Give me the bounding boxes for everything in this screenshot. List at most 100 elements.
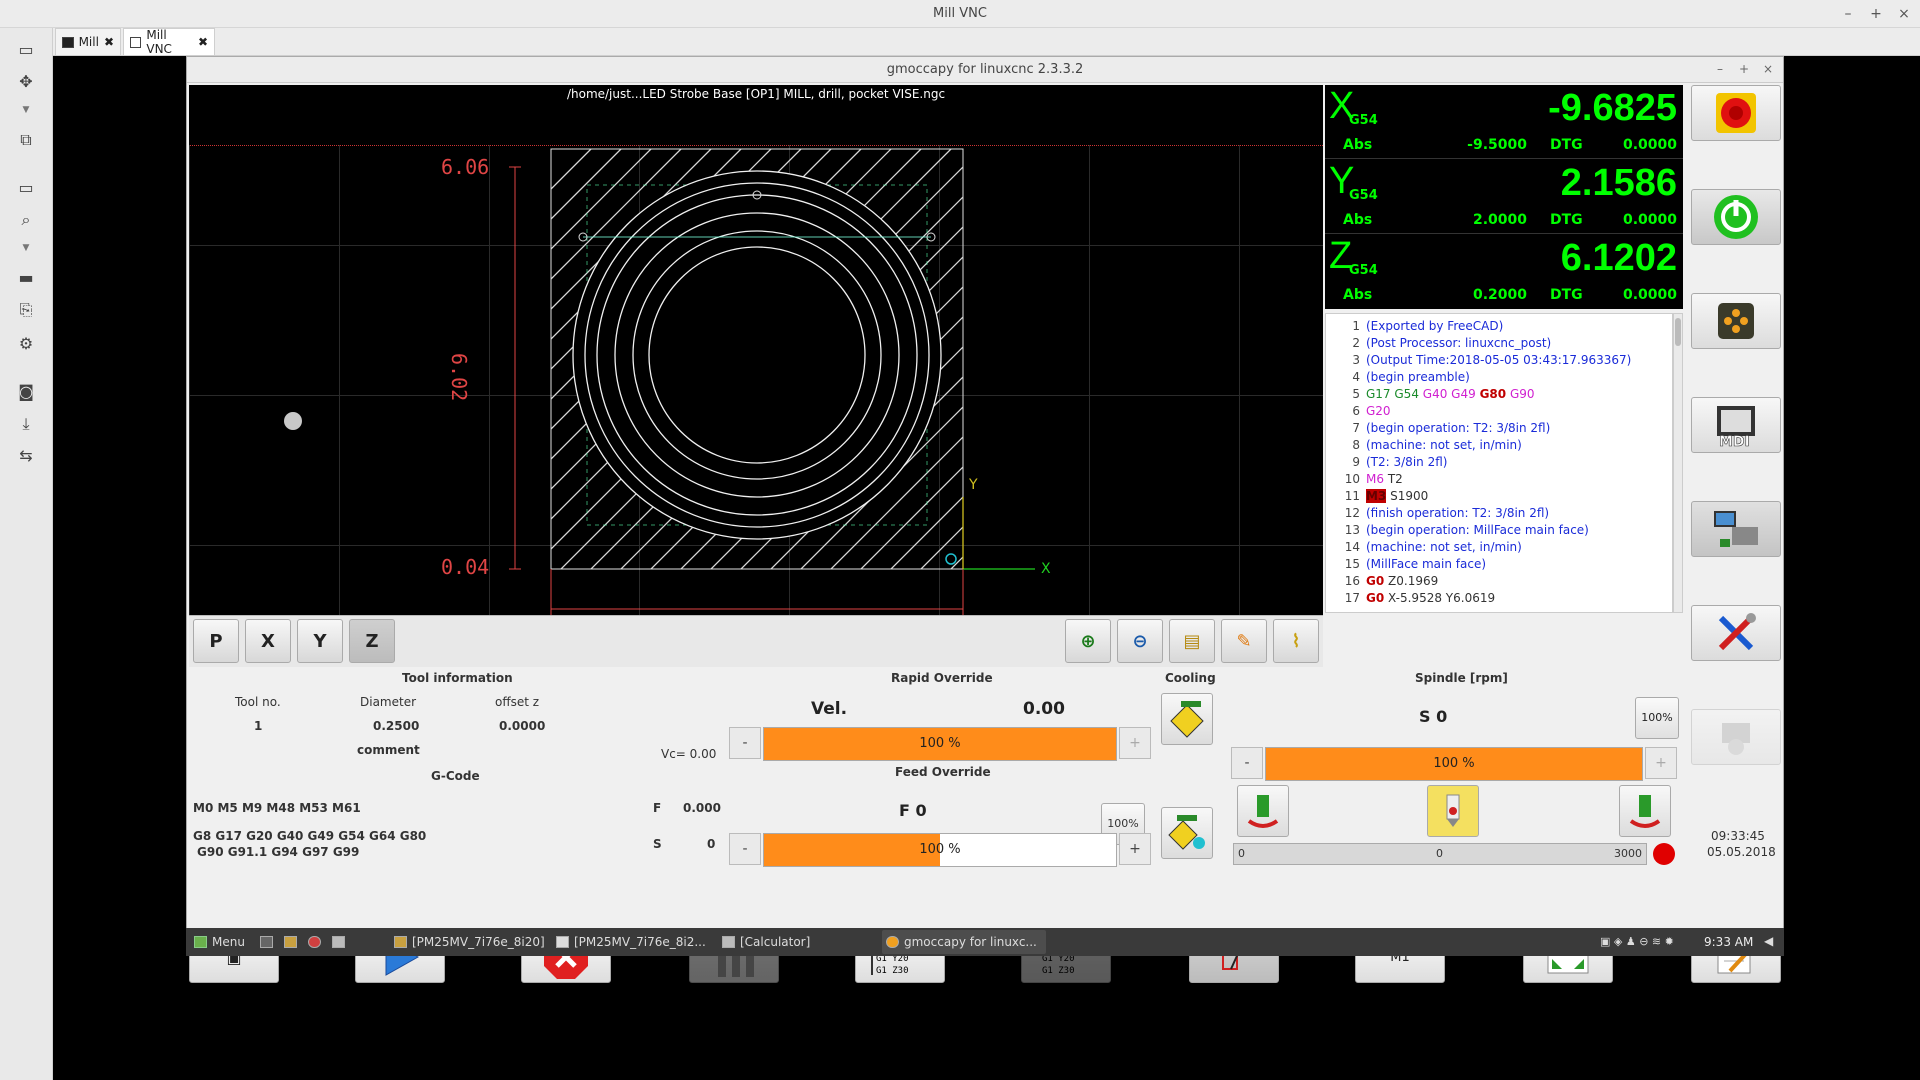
camera-icon[interactable]: ◙ bbox=[13, 380, 39, 404]
quicklaunch-terminal[interactable] bbox=[256, 930, 277, 954]
toolpath-preview[interactable]: /home/just...LED Strobe Base [OP1] MILL,… bbox=[189, 85, 1323, 615]
user-icon bbox=[1722, 723, 1750, 755]
view-y-button[interactable]: Y bbox=[297, 619, 343, 663]
screen-icon[interactable]: ▭ bbox=[13, 176, 39, 200]
machine-power-button[interactable] bbox=[1691, 189, 1781, 245]
close-icon[interactable]: × bbox=[1759, 60, 1777, 78]
close-icon[interactable]: ✖ bbox=[198, 35, 208, 49]
mist-coolant-button[interactable] bbox=[1161, 807, 1213, 859]
terminal-icon bbox=[62, 36, 74, 48]
menu-button[interactable]: Menu bbox=[190, 930, 249, 954]
quicklaunch-calculator[interactable] bbox=[328, 930, 349, 954]
gcode-view[interactable]: 1 (Exported by FreeCAD) 2 (Post Processor:… bbox=[1325, 313, 1673, 613]
view-z-button[interactable]: Z bbox=[349, 619, 395, 663]
estop-button[interactable] bbox=[1691, 85, 1781, 141]
taskbar-item-calculator[interactable]: [Calculator] bbox=[718, 930, 814, 954]
rapid-plus-button[interactable]: + bbox=[1119, 727, 1151, 759]
dro-axis-y[interactable]: Y G54 2.1586 Abs 2.0000 DTG 0.0000 bbox=[1325, 160, 1683, 234]
settings-button[interactable] bbox=[1691, 605, 1781, 661]
gear-icon[interactable]: ⚙ bbox=[13, 332, 39, 356]
active-gcodes-2: G90 G91.1 G94 G97 G99 bbox=[197, 845, 360, 859]
minimize-icon[interactable]: – bbox=[1838, 4, 1858, 24]
gmoccapy-title: gmoccapy for linuxcnc 2.3.3.2 bbox=[886, 62, 1084, 77]
minimize-icon[interactable]: – bbox=[1711, 60, 1729, 78]
toolpath-drawing bbox=[284, 148, 1035, 615]
spindle-stop-icon bbox=[1446, 794, 1460, 827]
tool-diameter: 0.2500 bbox=[373, 719, 420, 733]
gcode-line: 7 (begin operation: T2: 3/8in 2fl) bbox=[1352, 421, 1551, 435]
tab-mill-vnc[interactable]: Mill VNC ✖ bbox=[123, 28, 215, 56]
manual-mode-button[interactable] bbox=[1691, 293, 1781, 349]
dro-z-value: 6.1202 bbox=[1560, 237, 1677, 279]
download-icon[interactable]: ⤓ bbox=[13, 412, 39, 436]
taskbar-item-editor[interactable]: [PM25MV_7i76e_8i2... bbox=[552, 930, 710, 954]
vnc-window-title: Mill VNC bbox=[933, 6, 987, 21]
feed-minus-button[interactable]: - bbox=[729, 833, 761, 865]
toggle-path-button[interactable]: ✎ bbox=[1221, 619, 1267, 663]
close-icon[interactable]: × bbox=[1894, 4, 1914, 24]
gcode-line: 1 (Exported by FreeCAD) bbox=[1352, 319, 1504, 333]
view-x-button[interactable]: X bbox=[245, 619, 291, 663]
spindle-minus-button[interactable]: - bbox=[1231, 747, 1263, 779]
spindle-speed-value: 0 bbox=[707, 837, 716, 851]
dro-axis-x[interactable]: X G54 -9.6825 Abs -9.5000 DTG 0.0000 bbox=[1325, 85, 1683, 159]
taskbar: Menu [PM25MV_7i76e_8i20] [PM25MV_7i76e_8… bbox=[186, 928, 1784, 956]
taskbar-item-folder[interactable]: [PM25MV_7i76e_8i20] bbox=[390, 930, 549, 954]
dim-mid-label: 6.02 bbox=[447, 353, 471, 402]
mist-icon bbox=[1168, 815, 1205, 850]
spindle-override-slider[interactable]: 100 % bbox=[1265, 747, 1643, 781]
gcode-line: 17 G0 X-5.9528 Y6.0619 bbox=[1344, 591, 1496, 605]
gcode-line: 12 (finish operation: T2: 3/8in 2fl) bbox=[1344, 506, 1550, 520]
flood-coolant-button[interactable] bbox=[1161, 693, 1213, 745]
user-tabs-button[interactable] bbox=[1691, 709, 1781, 765]
quicklaunch-files[interactable] bbox=[280, 930, 301, 954]
spindle-100-button[interactable]: 100% bbox=[1635, 697, 1679, 739]
move-icon[interactable]: ✥ bbox=[13, 70, 39, 94]
zoom-in-button[interactable]: ⊕ bbox=[1065, 619, 1111, 663]
maximize-icon[interactable]: + bbox=[1735, 60, 1753, 78]
spindle-forward-button[interactable] bbox=[1237, 785, 1289, 837]
zoom-out-button[interactable]: ⊖ bbox=[1117, 619, 1163, 663]
gcode-scrollbar[interactable] bbox=[1673, 313, 1683, 613]
dro-axis-z[interactable]: Z G54 6.1202 Abs 0.2000 DTG 0.0000 bbox=[1325, 235, 1683, 309]
taskbar-item-gmoccapy[interactable]: gmoccapy for linuxc... bbox=[882, 930, 1046, 954]
estop-icon bbox=[1716, 93, 1756, 133]
folder-icon bbox=[394, 936, 407, 948]
keyboard-icon[interactable]: ▬ bbox=[13, 266, 39, 290]
gcode-line: 5 G17 G54 G40 G49 G80 G90 bbox=[1352, 387, 1535, 401]
terminal-icon bbox=[260, 936, 273, 948]
spindle-plus-button[interactable]: + bbox=[1645, 747, 1677, 779]
axis-x-label: X bbox=[1041, 561, 1051, 577]
layers-icon[interactable]: ⧉ bbox=[13, 128, 39, 152]
mdi-button[interactable]: MDI bbox=[1691, 397, 1781, 453]
rapid-override-slider[interactable]: 100 % bbox=[763, 727, 1117, 761]
window-icon[interactable]: ▭ bbox=[13, 38, 39, 62]
zoom-icon[interactable]: ⌕ bbox=[13, 208, 39, 232]
maximize-icon[interactable]: + bbox=[1866, 4, 1886, 24]
chevron-down-icon[interactable]: ▼ bbox=[13, 236, 39, 260]
show-dimensions-button[interactable]: ▤ bbox=[1169, 619, 1215, 663]
clipboard-icon[interactable]: ⎘ bbox=[13, 298, 39, 322]
auto-mode-button[interactable] bbox=[1691, 501, 1781, 557]
gcode-line: 8 (machine: not set, in/min) bbox=[1352, 438, 1522, 452]
spindle-stop-button[interactable] bbox=[1427, 785, 1479, 837]
feed-plus-button[interactable]: + bbox=[1119, 833, 1151, 865]
chevron-down-icon[interactable]: ▼ bbox=[13, 98, 39, 122]
rapid-minus-button[interactable]: - bbox=[729, 727, 761, 759]
clear-plot-button[interactable]: ⌇ bbox=[1273, 619, 1319, 663]
gcode-line: 10 M6 T2 bbox=[1344, 472, 1403, 486]
dro-panel: X G54 -9.6825 Abs -9.5000 DTG 0.0000 Y G… bbox=[1325, 85, 1683, 309]
volume-icon[interactable]: ◀ bbox=[1764, 934, 1773, 948]
browser-icon bbox=[308, 936, 321, 948]
quicklaunch-browser[interactable] bbox=[304, 930, 325, 954]
dro-x-value: -9.6825 bbox=[1548, 87, 1677, 129]
view-p-button[interactable]: P bbox=[193, 619, 239, 663]
transfer-icon[interactable]: ⇆ bbox=[13, 444, 39, 468]
close-icon[interactable]: ✖ bbox=[104, 35, 114, 49]
spindle-display: S 0 bbox=[1419, 707, 1448, 726]
feed-override-slider[interactable]: 100 % bbox=[763, 833, 1117, 867]
spindle-reverse-button[interactable] bbox=[1619, 785, 1671, 837]
ruler-icon: ▤ bbox=[1183, 630, 1201, 652]
flood-icon bbox=[1170, 701, 1204, 738]
tab-mill[interactable]: Mill ✖ bbox=[55, 28, 121, 55]
